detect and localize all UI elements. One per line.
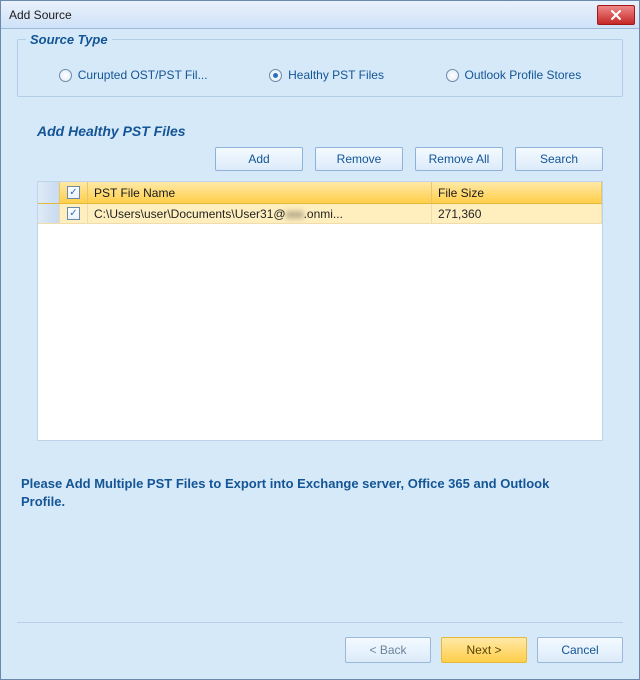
column-header-size[interactable]: File Size xyxy=(432,182,602,203)
checkbox-icon: ✓ xyxy=(67,207,80,220)
radio-healthy-pst[interactable]: Healthy PST Files xyxy=(269,68,384,82)
row-filename: C:\Users\user\Documents\User31@xxx.onmi.… xyxy=(88,204,432,223)
radio-icon xyxy=(269,69,282,82)
row-filesize: 271,360 xyxy=(432,204,602,223)
radio-outlook-profile-stores[interactable]: Outlook Profile Stores xyxy=(446,68,582,82)
instruction-text: Please Add Multiple PST Files to Export … xyxy=(21,475,581,510)
row-checkbox-cell[interactable]: ✓ xyxy=(60,204,88,223)
back-button[interactable]: < Back xyxy=(345,637,431,663)
radio-icon xyxy=(446,69,459,82)
header-checkbox-cell[interactable]: ✓ xyxy=(60,182,88,203)
section-title: Add Healthy PST Files xyxy=(37,123,623,139)
table-row[interactable]: ✓ C:\Users\user\Documents\User31@xxx.onm… xyxy=(38,204,602,224)
filename-prefix: C:\Users\user\Documents\User31@ xyxy=(94,207,286,221)
column-header-name[interactable]: PST File Name xyxy=(88,182,432,203)
radio-corrupted-ost-pst[interactable]: Curupted OST/PST Fil... xyxy=(59,68,208,82)
titlebar: Add Source xyxy=(1,1,639,29)
source-type-label: Source Type xyxy=(26,32,112,47)
window-title: Add Source xyxy=(9,8,597,22)
close-button[interactable] xyxy=(597,5,635,25)
add-button[interactable]: Add xyxy=(215,147,303,171)
pst-file-table: ✓ PST File Name File Size ✓ C:\Users\use… xyxy=(37,181,603,441)
search-button[interactable]: Search xyxy=(515,147,603,171)
source-type-group: Source Type Curupted OST/PST Fil... Heal… xyxy=(17,39,623,97)
next-button[interactable]: Next > xyxy=(441,637,527,663)
filename-suffix: .onmi... xyxy=(304,207,343,221)
radio-icon xyxy=(59,69,72,82)
cancel-button[interactable]: Cancel xyxy=(537,637,623,663)
filename-redacted: xxx xyxy=(286,207,304,221)
row-header xyxy=(38,204,60,223)
table-header-row: ✓ PST File Name File Size xyxy=(38,182,602,204)
add-source-dialog: Add Source Source Type Curupted OST/PST … xyxy=(0,0,640,680)
dialog-body: Source Type Curupted OST/PST Fil... Heal… xyxy=(1,29,639,679)
close-icon xyxy=(610,9,622,21)
radio-label: Outlook Profile Stores xyxy=(465,68,582,82)
radio-label: Curupted OST/PST Fil... xyxy=(78,68,208,82)
remove-button[interactable]: Remove xyxy=(315,147,403,171)
file-toolbar: Add Remove Remove All Search xyxy=(17,147,623,181)
radio-label: Healthy PST Files xyxy=(288,68,384,82)
checkbox-icon: ✓ xyxy=(67,186,80,199)
source-type-options: Curupted OST/PST Fil... Healthy PST File… xyxy=(32,68,608,82)
remove-all-button[interactable]: Remove All xyxy=(415,147,503,171)
table-body[interactable]: ✓ C:\Users\user\Documents\User31@xxx.onm… xyxy=(38,204,602,440)
wizard-buttons: < Back Next > Cancel xyxy=(17,623,623,663)
row-header-spacer xyxy=(38,182,60,203)
